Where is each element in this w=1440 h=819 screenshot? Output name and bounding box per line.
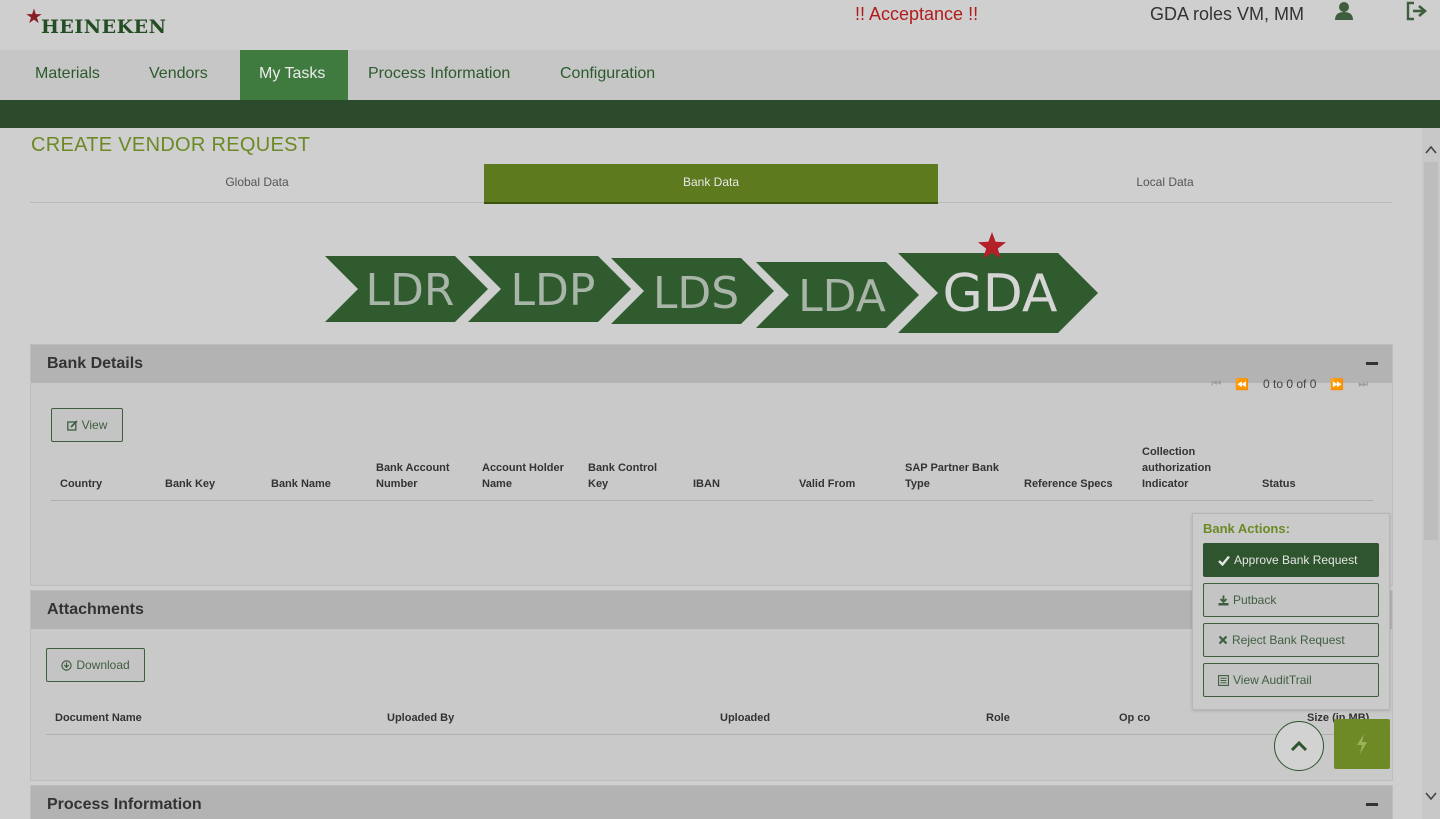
col-sap-partner-bank-type[interactable]: SAP Partner Bank Type (905, 460, 1005, 492)
putback-label: Putback (1233, 593, 1277, 607)
page-scrollbar[interactable] (1422, 128, 1440, 819)
attachments-header[interactable]: Attachments (31, 591, 1392, 629)
quick-actions-button[interactable] (1334, 719, 1390, 769)
view-audittrail-button[interactable]: View AuditTrail (1203, 663, 1379, 697)
stage-gda-label: GDA (943, 264, 1058, 324)
tab-global-data[interactable]: Global Data (30, 164, 484, 204)
first-page-icon[interactable]: ⏮ (1211, 378, 1221, 391)
nav-vendors[interactable]: Vendors (139, 50, 218, 100)
scroll-down-arrow-icon[interactable] (1425, 790, 1437, 802)
reject-label: Reject Bank Request (1232, 633, 1345, 647)
scroll-up-arrow-icon[interactable] (1425, 144, 1437, 156)
tab-bank-data[interactable]: Bank Data (484, 164, 938, 204)
main-content: CREATE VENDOR REQUEST Global Data Bank D… (0, 128, 1422, 819)
pager-text: 0 to 0 of 0 (1263, 377, 1317, 391)
bank-pager: ⏮ ⏪ 0 to 0 of 0 ⏩ ⏭ (1211, 377, 1368, 391)
process-information-header[interactable]: Process Information (31, 786, 1392, 819)
main-nav: Materials Vendors My Tasks Process Infor… (0, 50, 1440, 100)
stage-ldr-label: LDR (366, 265, 455, 316)
user-icon[interactable] (1334, 1, 1354, 21)
bank-actions-title: Bank Actions: (1203, 521, 1290, 536)
approve-label: Approve Bank Request (1234, 553, 1358, 567)
col-status[interactable]: Status (1262, 476, 1296, 492)
nav-my-tasks[interactable]: My Tasks (240, 50, 348, 100)
scroll-to-top-button[interactable] (1274, 721, 1324, 771)
col-uploaded-by[interactable]: Uploaded By (387, 710, 454, 726)
download-button-label: Download (76, 658, 130, 672)
header-divider-bar (0, 100, 1440, 128)
data-tabs: Global Data Bank Data Local Data (30, 164, 1392, 204)
last-page-icon[interactable]: ⏭ (1358, 378, 1368, 391)
collapse-icon[interactable] (1366, 803, 1378, 806)
col-uploaded[interactable]: Uploaded (720, 710, 770, 726)
approve-bank-request-button[interactable]: Approve Bank Request (1203, 543, 1379, 577)
top-header: ★ HEINEKEN !! Acceptance !! GDA roles VM… (0, 0, 1440, 50)
prev-page-icon[interactable]: ⏪ (1235, 378, 1249, 391)
bank-actions-popup: Bank Actions: Approve Bank Request Putba… (1192, 513, 1390, 710)
stage-ldp-label: LDP (511, 265, 596, 316)
col-op-co[interactable]: Op co (1119, 710, 1150, 726)
logout-icon[interactable] (1405, 1, 1427, 21)
tab-local-data[interactable]: Local Data (938, 164, 1392, 204)
view-audittrail-label: View AuditTrail (1233, 673, 1312, 687)
environment-label: !! Acceptance !! (855, 4, 979, 24)
col-iban[interactable]: IBAN (693, 476, 720, 492)
col-bank-name[interactable]: Bank Name (271, 476, 331, 492)
attachments-table-header: Document Name Uploaded By Uploaded Role … (46, 697, 1376, 735)
download-icon (1218, 595, 1229, 605)
bank-details-header[interactable]: Bank Details (31, 345, 1392, 383)
heineken-logo[interactable]: ★ HEINEKEN (25, 7, 167, 38)
col-bank-key[interactable]: Bank Key (165, 476, 215, 492)
list-icon (1218, 674, 1229, 686)
col-bank-control-key[interactable]: Bank Control Key (588, 460, 668, 492)
bank-details-panel: Bank Details View ⏮ ⏪ 0 to 0 of 0 ⏩ ⏭ Co… (30, 344, 1393, 586)
download-button[interactable]: Download (46, 648, 145, 682)
col-country[interactable]: Country (60, 476, 102, 492)
attachments-title: Attachments (47, 601, 144, 618)
edit-icon (66, 419, 78, 431)
process-information-panel: Process Information (30, 785, 1393, 819)
col-document-name[interactable]: Document Name (55, 710, 142, 726)
col-reference-specs[interactable]: Reference Specs (1024, 476, 1113, 492)
col-role[interactable]: Role (986, 710, 1010, 726)
download-circle-icon (61, 659, 73, 671)
nav-configuration[interactable]: Configuration (550, 50, 665, 100)
user-roles-label: GDA roles VM, MM (1150, 4, 1305, 24)
putback-button[interactable]: Putback (1203, 583, 1379, 617)
stage-lds-label: LDS (653, 268, 739, 319)
nav-materials[interactable]: Materials (25, 50, 110, 100)
lightning-bolt-icon (1357, 734, 1367, 754)
workflow-stage-indicator: LDR LDP LDS LDA GDA (325, 232, 1098, 333)
logo-text: HEINEKEN (40, 16, 167, 38)
reject-bank-request-button[interactable]: Reject Bank Request (1203, 623, 1379, 657)
col-account-holder-name[interactable]: Account Holder Name (482, 460, 572, 492)
scrollbar-thumb[interactable] (1424, 162, 1438, 540)
page-title: CREATE VENDOR REQUEST (31, 134, 311, 156)
stage-lda-label: LDA (798, 271, 886, 322)
close-icon (1218, 635, 1228, 645)
nav-process-information[interactable]: Process Information (358, 50, 520, 100)
next-page-icon[interactable]: ⏩ (1330, 378, 1344, 391)
col-collection-authorization-indicator[interactable]: Collection authorization Indicator (1142, 444, 1222, 492)
chevron-up-icon (1290, 740, 1308, 752)
col-bank-account-number[interactable]: Bank Account Number (376, 460, 466, 492)
bank-details-title: Bank Details (47, 355, 144, 372)
col-valid-from[interactable]: Valid From (799, 476, 855, 492)
process-information-title: Process Information (47, 796, 202, 813)
bank-table-header: Country Bank Key Bank Name Bank Account … (51, 430, 1373, 501)
collapse-icon[interactable] (1366, 362, 1378, 365)
attachments-panel: Attachments Download Document Name Uploa… (30, 590, 1393, 781)
check-icon (1218, 555, 1230, 566)
